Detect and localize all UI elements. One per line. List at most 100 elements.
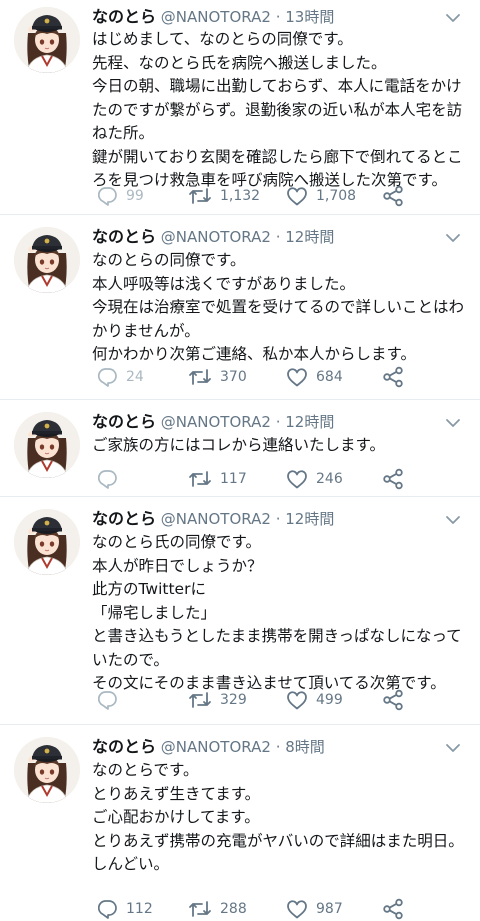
timestamp[interactable]: 12時間 (285, 510, 334, 528)
like-button[interactable]: 684 (286, 365, 343, 389)
like-button[interactable]: 246 (286, 467, 343, 491)
heart-icon (287, 470, 307, 489)
reply-button[interactable]: 99 (96, 184, 144, 208)
chevron-down-icon[interactable] (444, 742, 462, 754)
share-button[interactable] (382, 365, 404, 389)
tweet-actions: 99 1,132 1,708 (92, 184, 472, 208)
share-button[interactable] (382, 184, 404, 208)
reply-icon (97, 900, 117, 919)
like-count: 499 (316, 692, 343, 708)
reply-icon (97, 470, 117, 489)
avatar[interactable] (14, 412, 80, 478)
display-name[interactable]: なのとら (92, 227, 156, 246)
retweet-icon (189, 188, 211, 204)
avatar[interactable] (14, 227, 80, 293)
retweet-count: 117 (220, 471, 247, 487)
retweet-count: 288 (220, 901, 247, 917)
retweet-button[interactable]: 370 (188, 365, 247, 389)
display-name[interactable]: なのとら (92, 509, 156, 528)
tweet-header: なのとら @NANOTORA2 · 8時間 (92, 735, 325, 759)
like-count: 987 (316, 901, 343, 917)
like-count: 246 (316, 471, 343, 487)
retweet-count: 370 (220, 369, 247, 385)
heart-icon (287, 691, 307, 710)
like-button[interactable]: 987 (286, 897, 343, 921)
retweet-button[interactable]: 288 (188, 897, 247, 921)
chevron-down-icon[interactable] (444, 232, 462, 244)
share-icon (383, 689, 403, 711)
retweet-icon (189, 692, 211, 708)
display-name[interactable]: なのとら (92, 737, 156, 756)
tweet-text: なのとら氏の同僚です。 本人が昨日でしょうか？ 此方のTwitterに 「帰宅し… (92, 533, 462, 692)
like-count: 684 (316, 369, 343, 385)
display-name[interactable]: なのとら (92, 7, 156, 26)
heart-icon (287, 187, 307, 206)
tweet-header: なのとら @NANOTORA2 · 12時間 (92, 507, 334, 531)
reply-button[interactable] (96, 688, 118, 712)
user-handle[interactable]: @NANOTORA2 (161, 228, 271, 246)
retweet-button[interactable]: 117 (188, 467, 247, 491)
display-name[interactable]: なのとら (92, 412, 156, 431)
reply-button[interactable]: 112 (96, 897, 153, 921)
timestamp[interactable]: 12時間 (285, 228, 334, 246)
reply-icon (97, 187, 117, 206)
tweet[interactable]: なのとら @NANOTORA2 · 8時間 なのとらです。 とりあえず生きてます… (0, 725, 480, 920)
tweet-text: なのとらです。 とりあえず生きてます。 ご心配おかけしてます。 とりあえず携帯の… (92, 761, 464, 873)
avatar[interactable] (14, 737, 80, 803)
retweet-button[interactable]: 1,132 (188, 184, 260, 208)
separator: · (275, 413, 281, 431)
reply-icon (97, 368, 117, 387)
tweet-header: なのとら @NANOTORA2 · 13時間 (92, 5, 334, 29)
like-button[interactable]: 499 (286, 688, 343, 712)
share-icon (383, 366, 403, 388)
share-button[interactable] (382, 467, 404, 491)
tweet-header: なのとら @NANOTORA2 · 12時間 (92, 225, 334, 249)
user-handle[interactable]: @NANOTORA2 (161, 738, 271, 756)
like-count: 1,708 (316, 188, 357, 204)
timestamp[interactable]: 8時間 (285, 738, 325, 756)
user-handle[interactable]: @NANOTORA2 (161, 413, 271, 431)
separator: · (275, 228, 281, 246)
tweet-actions: 329 499 (92, 688, 472, 712)
tweet-text: ご家族の方にはコレから連絡いたします。 (92, 436, 385, 454)
tweet[interactable]: なのとら @NANOTORA2 · 12時間 ご家族の方にはコレから連絡いたしま… (0, 400, 480, 497)
timestamp[interactable]: 12時間 (285, 413, 334, 431)
timestamp[interactable]: 13時間 (285, 8, 334, 26)
share-icon (383, 468, 403, 490)
tweet-header: なのとら @NANOTORA2 · 12時間 (92, 410, 334, 434)
chevron-down-icon[interactable] (444, 514, 462, 526)
tweet-text: なのとらの同僚です。 本人呼吸等は浅くですがありました。 今現在は治療室で処置を… (92, 251, 465, 363)
avatar[interactable] (14, 7, 80, 73)
user-handle[interactable]: @NANOTORA2 (161, 8, 271, 26)
tweet[interactable]: なのとら @NANOTORA2 · 13時間 はじめまして、なのとらの同僚です。… (0, 0, 480, 215)
reply-count: 112 (126, 901, 153, 917)
share-icon (383, 185, 403, 207)
tweet-actions: 24 370 684 (92, 365, 472, 389)
tweet-text: はじめまして、なのとらの同僚です。 先程、なのとら氏を病院へ搬送しました。 今日… (92, 30, 463, 189)
reply-button[interactable] (96, 467, 118, 491)
retweet-count: 1,132 (220, 188, 261, 204)
retweet-button[interactable]: 329 (188, 688, 247, 712)
tweet-actions: 112 288 987 (92, 897, 472, 921)
separator: · (275, 510, 281, 528)
tweet[interactable]: なのとら @NANOTORA2 · 12時間 なのとら氏の同僚です。 本人が昨日… (0, 497, 480, 725)
retweet-icon (189, 901, 211, 917)
like-button[interactable]: 1,708 (286, 184, 356, 208)
reply-count: 24 (126, 369, 144, 385)
share-button[interactable] (382, 688, 404, 712)
share-button[interactable] (382, 897, 404, 921)
user-handle[interactable]: @NANOTORA2 (161, 510, 271, 528)
reply-icon (97, 691, 117, 710)
retweet-icon (189, 471, 211, 487)
separator: · (275, 738, 281, 756)
heart-icon (287, 368, 307, 387)
tweet[interactable]: なのとら @NANOTORA2 · 12時間 なのとらの同僚です。 本人呼吸等は… (0, 215, 480, 400)
chevron-down-icon[interactable] (444, 12, 462, 24)
retweet-icon (189, 369, 211, 385)
reply-count: 99 (126, 188, 144, 204)
tweet-actions: 117 246 (92, 467, 472, 491)
chevron-down-icon[interactable] (444, 417, 462, 429)
reply-button[interactable]: 24 (96, 365, 144, 389)
avatar[interactable] (14, 509, 80, 575)
heart-icon (287, 900, 307, 919)
